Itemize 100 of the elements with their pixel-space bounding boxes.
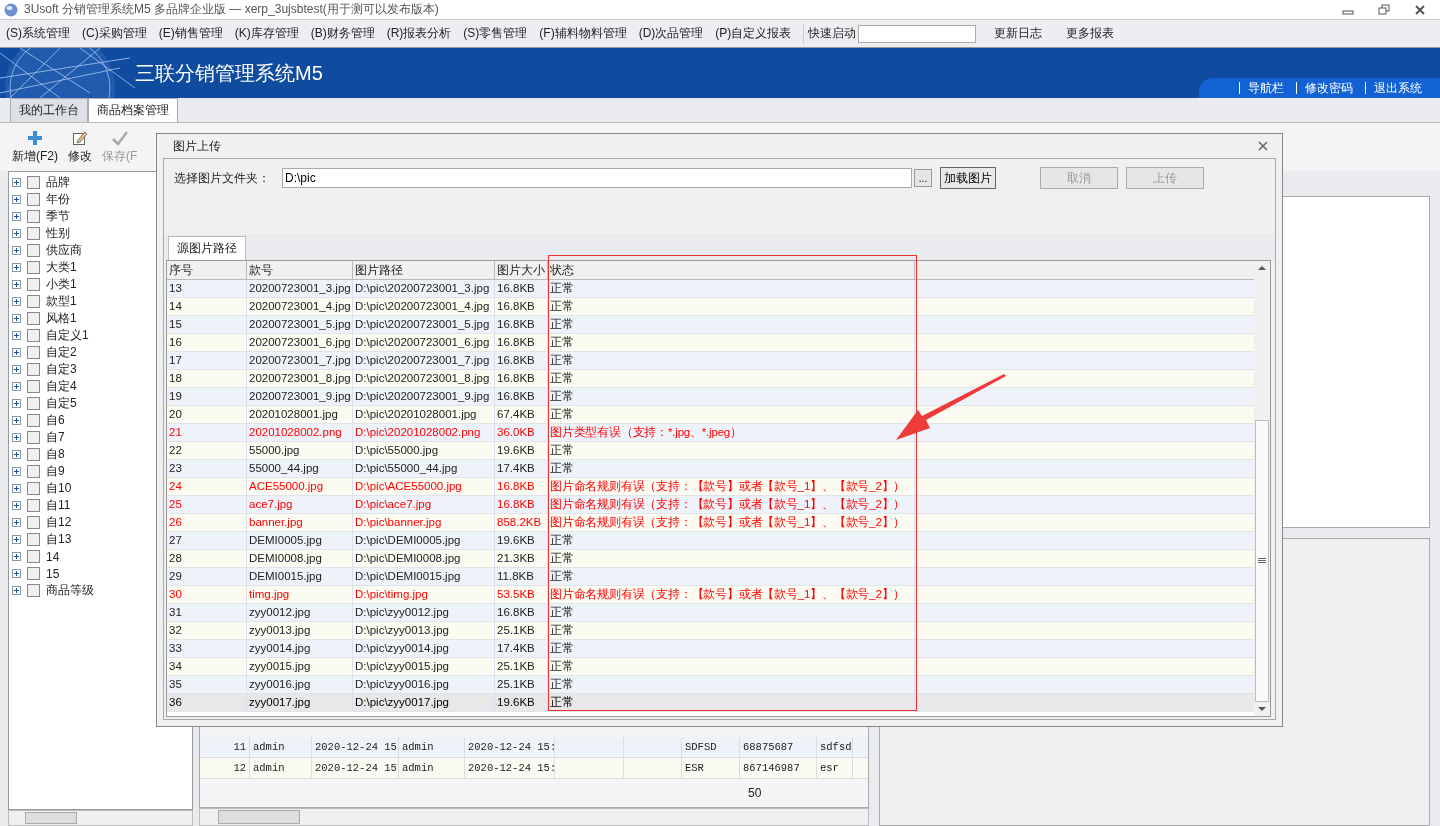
expand-icon[interactable]	[12, 399, 21, 408]
tree-item[interactable]: 自11	[46, 497, 71, 514]
checkbox[interactable]	[27, 448, 40, 461]
table-row[interactable]: 35 zyy0016.jpg D:\pic\zyy0016.jpg 25.1KB 正常	[167, 676, 1254, 694]
tree-item[interactable]: 供应商	[46, 242, 82, 259]
checkbox[interactable]	[27, 499, 40, 512]
column-header[interactable]: 款号	[247, 261, 353, 279]
tree-item[interactable]: 性别	[46, 225, 70, 242]
tree-item[interactable]: 小类1	[46, 276, 77, 293]
toolbar-button[interactable]: 修改	[68, 129, 92, 165]
checkbox[interactable]	[27, 329, 40, 342]
table-row[interactable]: 28 DEMI0008.jpg D:\pic\DEMI0008.jpg 21.3KB 正常	[167, 550, 1254, 568]
expand-icon[interactable]	[12, 535, 21, 544]
checkbox[interactable]	[27, 312, 40, 325]
table-row[interactable]: 19 20200723001_9.jpg D:\pic\20200723001_9.jpg 16.8KB 正常	[167, 388, 1254, 406]
table-row[interactable]: 15 20200723001_5.jpg D:\pic\20200723001_5.jpg 16.8KB 正常	[167, 316, 1254, 334]
table-row[interactable]: 20 20201028001.jpg D:\pic\20201028001.jpg 67.4KB 正常	[167, 406, 1254, 424]
banner-link[interactable]: 修改密码	[1296, 82, 1365, 94]
expand-icon[interactable]	[12, 552, 21, 561]
expand-icon[interactable]	[12, 246, 21, 255]
tab[interactable]: 我的工作台	[10, 98, 88, 122]
browse-button[interactable]: ...	[914, 169, 932, 187]
checkbox[interactable]	[27, 482, 40, 495]
tree-item[interactable]: 自10	[46, 480, 72, 497]
expand-icon[interactable]	[12, 263, 21, 272]
expand-icon[interactable]	[12, 229, 21, 238]
table-row[interactable]: 22 55000.jpg D:\pic\55000.jpg 19.6KB 正常	[167, 442, 1254, 460]
tree-item[interactable]: 自12	[46, 514, 72, 531]
table-row[interactable]: 33 zyy0014.jpg D:\pic\zyy0014.jpg 17.4KB 正常	[167, 640, 1254, 658]
expand-icon[interactable]	[12, 450, 21, 459]
table-row[interactable]: 36 zyy0017.jpg D:\pic\zyy0017.jpg 19.6KB 正常	[167, 694, 1254, 712]
expand-icon[interactable]	[12, 365, 21, 374]
tree-item[interactable]: 品牌	[46, 174, 70, 191]
menu-item[interactable]: (B)财务管理	[310, 25, 375, 42]
expand-icon[interactable]	[12, 178, 21, 187]
horizontal-scrollbar[interactable]	[8, 810, 193, 826]
checkbox[interactable]	[27, 210, 40, 223]
tree-item[interactable]: 季节	[46, 208, 70, 225]
table-row[interactable]: 26 banner.jpg D:\pic\banner.jpg 858.2KB 图片命名规则有误（支持：【款号】或者【款号_1】、【款号_2】）	[167, 514, 1254, 532]
table-row[interactable]: 31 zyy0012.jpg D:\pic\zyy0012.jpg 16.8KB 正常	[167, 604, 1254, 622]
table-row[interactable]: 25 ace7.jpg D:\pic\ace7.jpg 16.8KB 图片命名规则有误（支持：【款号】或者【款号_1】、【款号_2】）	[167, 496, 1254, 514]
banner-link[interactable]: 退出系统	[1365, 82, 1434, 94]
toolbar-button[interactable]: 新增(F2)	[12, 129, 58, 165]
checkbox[interactable]	[27, 278, 40, 291]
menu-link[interactable]: 更新日志	[994, 25, 1043, 42]
horizontal-scrollbar[interactable]	[199, 808, 869, 826]
expand-icon[interactable]	[12, 280, 21, 289]
tree-item[interactable]: 风格1	[46, 310, 77, 327]
checkbox[interactable]	[27, 380, 40, 393]
checkbox[interactable]	[27, 550, 40, 563]
checkbox[interactable]	[27, 414, 40, 427]
table-row[interactable]: 23 55000_44.jpg D:\pic\55000_44.jpg 17.4KB 正常	[167, 460, 1254, 478]
expand-icon[interactable]	[12, 467, 21, 476]
tree-item[interactable]: 款型1	[46, 293, 77, 310]
expand-icon[interactable]	[12, 586, 21, 595]
restore-icon[interactable]	[1378, 3, 1390, 16]
menu-item[interactable]: (R)报表分析	[386, 25, 452, 42]
table-row[interactable]: 16 20200723001_6.jpg D:\pic\20200723001_6.jpg 16.8KB 正常	[167, 334, 1254, 352]
checkbox[interactable]	[27, 227, 40, 240]
table-row[interactable]: 29 DEMI0015.jpg D:\pic\DEMI0015.jpg 11.8KB 正常	[167, 568, 1254, 586]
banner-link[interactable]: 导航栏	[1239, 82, 1296, 94]
tree-item[interactable]: 自定义1	[46, 327, 89, 344]
table-row[interactable]: 24 ACE55000.jpg D:\pic\ACE55000.jpg 16.8KB 图片命名规则有误（支持：【款号】或者【款号_1】、【款号_2】）	[167, 478, 1254, 496]
checkbox[interactable]	[27, 516, 40, 529]
menu-item[interactable]: (D)次品管理	[638, 25, 704, 42]
column-header[interactable]: 序号	[167, 261, 247, 279]
table-row[interactable]: 13 20200723001_3.jpg D:\pic\20200723001_3.jpg 16.8KB 正常	[167, 280, 1254, 298]
menu-link[interactable]: 更多报表	[1066, 25, 1115, 42]
checkbox[interactable]	[27, 567, 40, 580]
table-row[interactable]: 18 20200723001_8.jpg D:\pic\20200723001_8.jpg 16.8KB 正常	[167, 370, 1254, 388]
expand-icon[interactable]	[12, 416, 21, 425]
tab[interactable]: 商品档案管理	[88, 98, 178, 122]
expand-icon[interactable]	[12, 569, 21, 578]
menu-item[interactable]: (K)库存管理	[234, 25, 299, 42]
load-button[interactable]: 加载图片	[940, 167, 996, 189]
vertical-scrollbar[interactable]	[1254, 261, 1270, 716]
checkbox[interactable]	[27, 295, 40, 308]
folder-field[interactable]: D:\pic	[282, 168, 912, 188]
tree-item[interactable]: 自定5	[46, 395, 77, 412]
table-row[interactable]: 32 zyy0013.jpg D:\pic\zyy0013.jpg 25.1KB 正常	[167, 622, 1254, 640]
column-header[interactable]: 图片路径	[353, 261, 495, 279]
tree-item[interactable]: 大类1	[46, 259, 77, 276]
menu-item[interactable]: (S)系统管理	[6, 25, 70, 42]
checkbox[interactable]	[27, 584, 40, 597]
checkbox[interactable]	[27, 397, 40, 410]
expand-icon[interactable]	[12, 212, 21, 221]
column-header[interactable]: 状态	[548, 261, 915, 279]
tree-item[interactable]: 自6	[46, 412, 65, 429]
tree-item[interactable]: 自定2	[46, 344, 77, 361]
tree-item[interactable]: 自13	[46, 531, 72, 548]
expand-icon[interactable]	[12, 484, 21, 493]
tree-item[interactable]: 自8	[46, 446, 65, 463]
close-icon[interactable]	[1258, 141, 1268, 151]
close-icon[interactable]	[1414, 3, 1426, 16]
tab[interactable]: 源图片路径	[168, 236, 246, 260]
tree-item[interactable]: 自定3	[46, 361, 77, 378]
checkbox[interactable]	[27, 176, 40, 189]
checkbox[interactable]	[27, 363, 40, 376]
menu-item[interactable]: (C)采购管理	[82, 25, 147, 42]
checkbox[interactable]	[27, 193, 40, 206]
